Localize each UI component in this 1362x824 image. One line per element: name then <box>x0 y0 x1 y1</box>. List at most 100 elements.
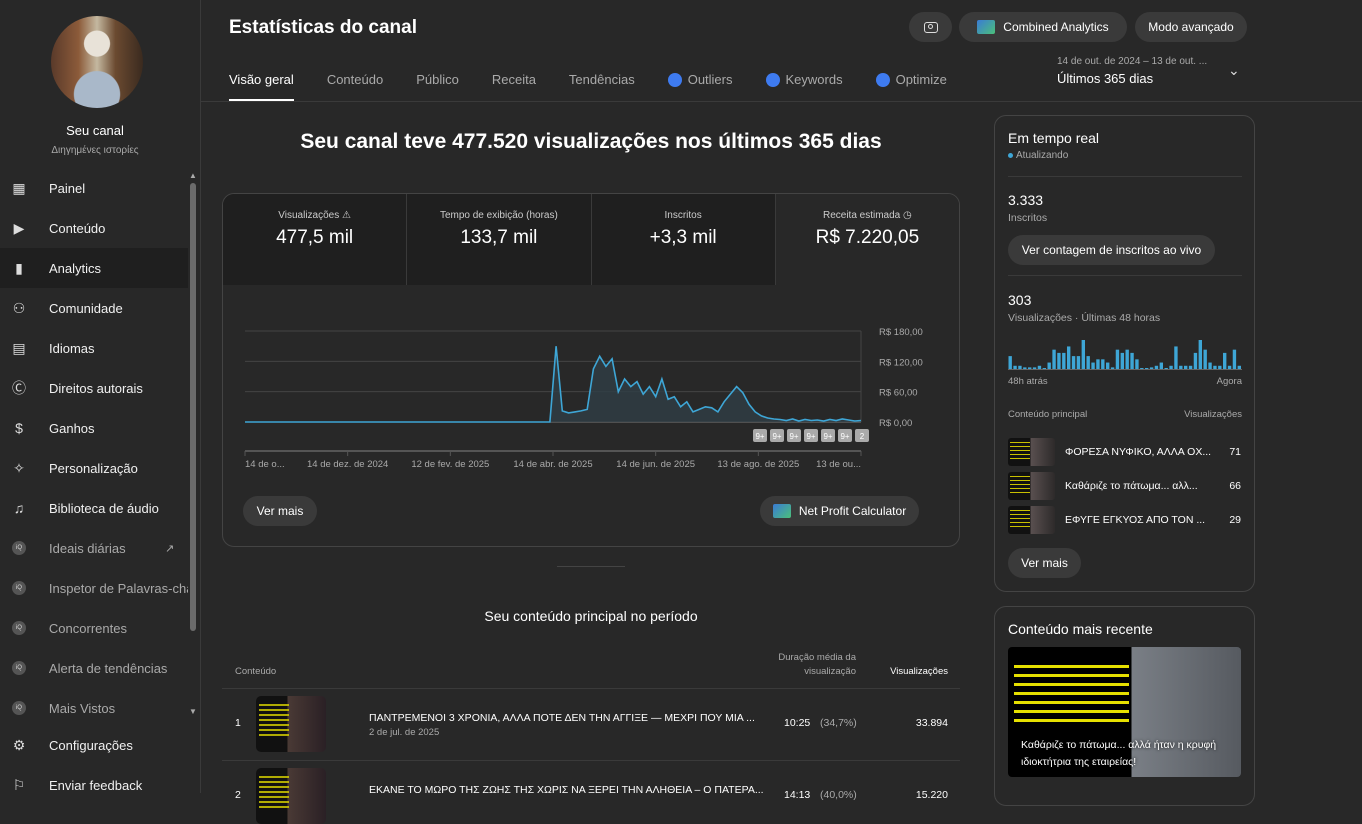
video-title[interactable]: ΠΑΝΤΡΕΜΕΝΟΙ 3 ΧΡΟΝΙΑ, ΑΛΛΑ ΠΟΤΕ ΔΕΝ ΤΗΝ … <box>369 712 764 724</box>
sidebar-item-personaliza-o[interactable]: ✧ Personalização <box>0 448 188 488</box>
advanced-mode-button[interactable]: Modo avançado <box>1135 12 1247 42</box>
sidebar-item-analytics[interactable]: ▮ Analytics <box>0 248 188 288</box>
tab-4[interactable]: Tendências <box>569 72 635 101</box>
realtime-bar[interactable] <box>1023 367 1027 369</box>
stat-watch-time[interactable]: Tempo de exibição (horas) 133,7 mil <box>407 194 592 285</box>
realtime-bar[interactable] <box>1086 356 1090 369</box>
realtime-bar[interactable] <box>1052 349 1056 369</box>
col-views[interactable]: Visualizações <box>880 666 948 677</box>
video-thumbnail[interactable] <box>1008 506 1055 534</box>
realtime-bar[interactable] <box>1130 352 1134 369</box>
ext-tab-outliers[interactable]: Outliers <box>667 72 733 101</box>
realtime-bar[interactable] <box>1193 352 1198 369</box>
realtime-bar[interactable] <box>1028 367 1032 369</box>
realtime-bar[interactable] <box>1032 367 1037 369</box>
realtime-bar[interactable] <box>1154 365 1159 369</box>
realtime-bar[interactable] <box>1091 362 1095 369</box>
realtime-bar[interactable] <box>1042 368 1046 369</box>
realtime-bar[interactable] <box>1037 365 1042 369</box>
realtime-bar[interactable] <box>1213 365 1217 369</box>
realtime-bar[interactable] <box>1008 356 1012 369</box>
tab-2[interactable]: Público <box>416 72 459 101</box>
sidebar-ext-item[interactable]: iQ Alerta de tendências <box>0 648 188 688</box>
sidebar-item-direitos-autorais[interactable]: Ⓒ Direitos autorais <box>0 368 188 408</box>
net-profit-button[interactable]: Net Profit Calculator <box>760 496 919 526</box>
tab-3[interactable]: Receita <box>492 72 536 101</box>
realtime-bar[interactable] <box>1223 352 1227 369</box>
realtime-bar[interactable] <box>1115 349 1120 369</box>
sidebar-item-settings[interactable]: ⚙ Configurações <box>0 725 200 765</box>
screenshot-button[interactable] <box>909 12 952 42</box>
sidebar-ext-item[interactable]: iQ Ideais diárias ↗ <box>0 528 188 568</box>
ext-tab-optimize[interactable]: Optimize <box>875 72 947 101</box>
avg-percentage: (40,0%) <box>820 789 857 801</box>
chevron-down-icon[interactable]: ⌄ <box>1228 62 1240 79</box>
video-thumbnail[interactable] <box>256 768 326 824</box>
video-thumbnail[interactable] <box>1008 438 1055 466</box>
realtime-bar[interactable] <box>1145 368 1149 369</box>
realtime-bar[interactable] <box>1071 356 1076 369</box>
realtime-bar[interactable] <box>1096 359 1100 369</box>
date-range-selector[interactable]: 14 de out. de 2024 – 13 de out. ... Últi… <box>1057 56 1207 86</box>
scroll-down-icon[interactable]: ▼ <box>189 707 197 716</box>
realtime-see-more-button[interactable]: Ver mais <box>1008 548 1081 578</box>
sidebar-item-biblioteca-de-udio[interactable]: ♫ Biblioteca de áudio <box>0 488 188 528</box>
page-title: Estatísticas do canal <box>229 17 417 38</box>
col-content: Conteúdo <box>235 666 277 677</box>
video-thumbnail[interactable] <box>256 696 326 752</box>
video-title[interactable]: ΕΚΑΝΕ ΤΟ ΜΩΡΟ ΤΗΣ ΖΩΗΣ ΤΗΣ ΧΩΡΙΣ ΝΑ ΞΕΡΕ… <box>369 784 764 796</box>
realtime-bar[interactable] <box>1232 349 1237 369</box>
realtime-bar[interactable] <box>1140 368 1144 369</box>
sidebar-ext-item[interactable]: iQ Mais Vistos <box>0 688 188 728</box>
sidebar-item-comunidade[interactable]: ⚇ Comunidade <box>0 288 188 328</box>
stat-revenue[interactable]: Receita estimada ◷ R$ 7.220,05 <box>775 194 959 285</box>
realtime-bar[interactable] <box>1057 352 1061 369</box>
realtime-bar[interactable] <box>1164 368 1168 369</box>
sidebar-ext-item[interactable]: iQ Inspetor de Palavras-chave <box>0 568 188 608</box>
realtime-bar[interactable] <box>1067 346 1071 369</box>
realtime-bar[interactable] <box>1184 365 1188 369</box>
sidebar-item-idiomas[interactable]: ▤ Idiomas <box>0 328 188 368</box>
realtime-bar[interactable] <box>1125 349 1129 369</box>
realtime-bar[interactable] <box>1227 365 1232 369</box>
sidebar-scrollbar[interactable] <box>190 183 196 631</box>
channel-avatar[interactable] <box>51 16 143 108</box>
realtime-bar[interactable] <box>1081 340 1085 369</box>
realtime-bar[interactable] <box>1076 356 1081 369</box>
live-subs-button[interactable]: Ver contagem de inscritos ao vivo <box>1008 235 1215 265</box>
video-thumbnail[interactable] <box>1008 472 1055 500</box>
realtime-bar[interactable] <box>1159 362 1163 369</box>
sidebar-ext-item[interactable]: iQ Concorrentes <box>0 608 188 648</box>
realtime-bar[interactable] <box>1120 352 1124 369</box>
realtime-bar[interactable] <box>1188 365 1193 369</box>
sidebar-item-ganhos[interactable]: $ Ganhos <box>0 408 188 448</box>
sidebar-item-painel[interactable]: ▦ Painel <box>0 168 188 208</box>
scroll-up-icon[interactable]: ▲ <box>189 171 197 180</box>
ext-tab-keywords[interactable]: Keywords <box>765 72 843 101</box>
stat-subscribers[interactable]: Inscritos +3,3 mil <box>591 194 776 285</box>
tab-1[interactable]: Conteúdo <box>327 72 383 101</box>
realtime-bar[interactable] <box>1198 340 1202 369</box>
realtime-bar[interactable] <box>1106 362 1110 369</box>
see-more-button[interactable]: Ver mais <box>243 496 317 526</box>
realtime-bar[interactable] <box>1047 362 1051 369</box>
sidebar-item-conte-do[interactable]: ▶ Conteúdo <box>0 208 188 248</box>
realtime-bar[interactable] <box>1110 367 1115 369</box>
realtime-bar[interactable] <box>1062 352 1066 369</box>
realtime-bar[interactable] <box>1218 365 1222 369</box>
stat-views[interactable]: Visualizações ⚠ 477,5 mil <box>223 194 408 285</box>
realtime-bar[interactable] <box>1174 346 1178 369</box>
realtime-bar[interactable] <box>1208 362 1212 369</box>
realtime-bar[interactable] <box>1169 365 1173 369</box>
realtime-bar[interactable] <box>1101 359 1105 369</box>
tab-0[interactable]: Visão geral <box>229 72 294 101</box>
realtime-bar[interactable] <box>1149 367 1154 369</box>
realtime-bar[interactable] <box>1179 365 1183 369</box>
realtime-bar[interactable] <box>1203 349 1207 369</box>
sidebar-item-feedback[interactable]: ⚐ Enviar feedback <box>0 765 200 805</box>
combined-analytics-button[interactable]: Combined Analytics <box>959 12 1127 42</box>
realtime-bar[interactable] <box>1237 365 1241 369</box>
realtime-bar[interactable] <box>1013 365 1017 369</box>
realtime-bar[interactable] <box>1018 365 1022 369</box>
realtime-bar[interactable] <box>1135 359 1139 369</box>
